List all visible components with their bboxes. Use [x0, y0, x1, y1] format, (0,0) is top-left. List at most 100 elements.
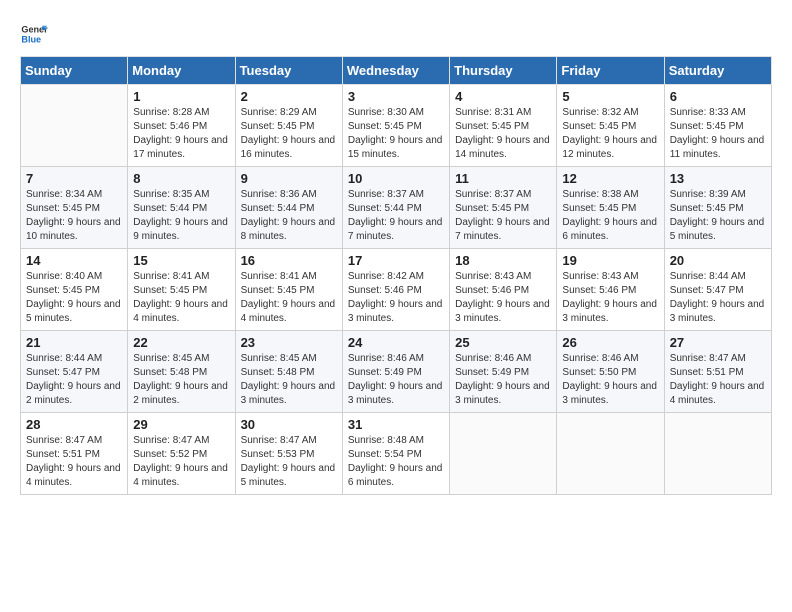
calendar-cell	[21, 85, 128, 167]
day-info: Sunrise: 8:42 AMSunset: 5:46 PMDaylight:…	[348, 270, 444, 326]
calendar-cell: 24 Sunrise: 8:46 AMSunset: 5:49 PMDayligh…	[342, 331, 449, 413]
calendar-cell: 31Sunrise: 8:48 AMSunset: 5:54 PMDayligh…	[342, 413, 449, 495]
day-info: Sunrise: 8:47 AMSunset: 5:52 PMDaylight:…	[133, 434, 229, 490]
calendar-cell: 11 Sunrise: 8:37 AMSunset: 5:45 PMDayligh…	[450, 167, 557, 249]
day-info: Sunrise: 8:41 AMSunset: 5:45 PMDaylight:…	[241, 270, 337, 326]
day-info: Sunrise: 8:44 AMSunset: 5:47 PMDaylight:…	[670, 270, 766, 326]
calendar-cell: 29 Sunrise: 8:47 AMSunset: 5:52 PMDayligh…	[128, 413, 235, 495]
day-number: 9	[241, 171, 337, 186]
header-day-thursday: Thursday	[450, 57, 557, 85]
calendar-cell: 1 Sunrise: 8:28 AMSunset: 5:46 PMDaylight…	[128, 85, 235, 167]
calendar-cell: 8Sunrise: 8:35 AMSunset: 5:44 PMDaylight…	[128, 167, 235, 249]
day-number: 26	[562, 335, 658, 350]
calendar-week-row: 7Sunrise: 8:34 AMSunset: 5:45 PMDaylight…	[21, 167, 772, 249]
day-info: Sunrise: 8:36 AMSunset: 5:44 PMDaylight:…	[241, 188, 337, 244]
calendar-cell: 4Sunrise: 8:31 AMSunset: 5:45 PMDaylight…	[450, 85, 557, 167]
day-info: Sunrise: 8:46 AMSunset: 5:50 PMDaylight:…	[562, 352, 658, 408]
header-day-sunday: Sunday	[21, 57, 128, 85]
calendar-header-row: SundayMondayTuesdayWednesdayThursdayFrid…	[21, 57, 772, 85]
day-info: Sunrise: 8:31 AMSunset: 5:45 PMDaylight:…	[455, 106, 551, 162]
header-day-saturday: Saturday	[664, 57, 771, 85]
day-info: Sunrise: 8:43 AMSunset: 5:46 PMDaylight:…	[562, 270, 658, 326]
day-number: 3	[348, 89, 444, 104]
day-number: 11	[455, 171, 551, 186]
calendar-cell: 26 Sunrise: 8:46 AMSunset: 5:50 PMDayligh…	[557, 331, 664, 413]
header-day-wednesday: Wednesday	[342, 57, 449, 85]
day-info: Sunrise: 8:38 AMSunset: 5:45 PMDaylight:…	[562, 188, 658, 244]
calendar-cell: 19 Sunrise: 8:43 AMSunset: 5:46 PMDayligh…	[557, 249, 664, 331]
calendar-cell: 27 Sunrise: 8:47 AMSunset: 5:51 PMDayligh…	[664, 331, 771, 413]
day-number: 15	[133, 253, 229, 268]
day-info: Sunrise: 8:37 AMSunset: 5:45 PMDaylight:…	[455, 188, 551, 244]
day-number: 29	[133, 417, 229, 432]
logo: General Blue	[20, 20, 48, 48]
calendar-cell: 22Sunrise: 8:45 AMSunset: 5:48 PMDayligh…	[128, 331, 235, 413]
day-number: 1	[133, 89, 229, 104]
day-info: Sunrise: 8:29 AMSunset: 5:45 PMDaylight:…	[241, 106, 337, 162]
calendar-cell: 17 Sunrise: 8:42 AMSunset: 5:46 PMDayligh…	[342, 249, 449, 331]
calendar-cell: 30 Sunrise: 8:47 AMSunset: 5:53 PMDayligh…	[235, 413, 342, 495]
calendar-cell: 14 Sunrise: 8:40 AMSunset: 5:45 PMDayligh…	[21, 249, 128, 331]
day-number: 14	[26, 253, 122, 268]
day-info: Sunrise: 8:33 AMSunset: 5:45 PMDaylight:…	[670, 106, 766, 162]
day-info: Sunrise: 8:28 AMSunset: 5:46 PMDaylight:…	[133, 106, 229, 162]
day-info: Sunrise: 8:43 AMSunset: 5:46 PMDaylight:…	[455, 270, 551, 326]
day-info: Sunrise: 8:44 AMSunset: 5:47 PMDaylight:…	[26, 352, 122, 408]
day-number: 2	[241, 89, 337, 104]
day-number: 24	[348, 335, 444, 350]
calendar-cell: 3 Sunrise: 8:30 AMSunset: 5:45 PMDaylight…	[342, 85, 449, 167]
calendar-cell: 5 Sunrise: 8:32 AMSunset: 5:45 PMDaylight…	[557, 85, 664, 167]
calendar-cell: 16 Sunrise: 8:41 AMSunset: 5:45 PMDayligh…	[235, 249, 342, 331]
day-number: 17	[348, 253, 444, 268]
day-number: 16	[241, 253, 337, 268]
day-info: Sunrise: 8:32 AMSunset: 5:45 PMDaylight:…	[562, 106, 658, 162]
day-number: 19	[562, 253, 658, 268]
day-number: 18	[455, 253, 551, 268]
day-info: Sunrise: 8:46 AMSunset: 5:49 PMDaylight:…	[348, 352, 444, 408]
calendar-week-row: 28Sunrise: 8:47 AMSunset: 5:51 PMDayligh…	[21, 413, 772, 495]
calendar-cell: 25Sunrise: 8:46 AMSunset: 5:49 PMDayligh…	[450, 331, 557, 413]
calendar-cell: 18 Sunrise: 8:43 AMSunset: 5:46 PMDayligh…	[450, 249, 557, 331]
day-info: Sunrise: 8:30 AMSunset: 5:45 PMDaylight:…	[348, 106, 444, 162]
day-number: 25	[455, 335, 551, 350]
day-info: Sunrise: 8:35 AMSunset: 5:44 PMDaylight:…	[133, 188, 229, 244]
day-number: 31	[348, 417, 444, 432]
calendar-cell	[557, 413, 664, 495]
calendar-cell: 6 Sunrise: 8:33 AMSunset: 5:45 PMDaylight…	[664, 85, 771, 167]
calendar-week-row: 14 Sunrise: 8:40 AMSunset: 5:45 PMDayligh…	[21, 249, 772, 331]
day-number: 22	[133, 335, 229, 350]
day-info: Sunrise: 8:41 AMSunset: 5:45 PMDaylight:…	[133, 270, 229, 326]
day-info: Sunrise: 8:47 AMSunset: 5:51 PMDaylight:…	[670, 352, 766, 408]
day-info: Sunrise: 8:47 AMSunset: 5:53 PMDaylight:…	[241, 434, 337, 490]
day-number: 10	[348, 171, 444, 186]
calendar-table: SundayMondayTuesdayWednesdayThursdayFrid…	[20, 56, 772, 495]
calendar-cell	[450, 413, 557, 495]
header-day-monday: Monday	[128, 57, 235, 85]
svg-text:Blue: Blue	[21, 34, 41, 44]
calendar-cell: 13 Sunrise: 8:39 AMSunset: 5:45 PMDayligh…	[664, 167, 771, 249]
day-number: 30	[241, 417, 337, 432]
day-number: 6	[670, 89, 766, 104]
calendar-cell: 21 Sunrise: 8:44 AMSunset: 5:47 PMDayligh…	[21, 331, 128, 413]
calendar-cell: 10 Sunrise: 8:37 AMSunset: 5:44 PMDayligh…	[342, 167, 449, 249]
header-day-tuesday: Tuesday	[235, 57, 342, 85]
day-number: 27	[670, 335, 766, 350]
day-number: 20	[670, 253, 766, 268]
calendar-cell	[664, 413, 771, 495]
day-info: Sunrise: 8:45 AMSunset: 5:48 PMDaylight:…	[241, 352, 337, 408]
calendar-cell: 23 Sunrise: 8:45 AMSunset: 5:48 PMDayligh…	[235, 331, 342, 413]
day-number: 12	[562, 171, 658, 186]
day-number: 23	[241, 335, 337, 350]
calendar-cell: 28Sunrise: 8:47 AMSunset: 5:51 PMDayligh…	[21, 413, 128, 495]
day-info: Sunrise: 8:40 AMSunset: 5:45 PMDaylight:…	[26, 270, 122, 326]
calendar-cell: 20 Sunrise: 8:44 AMSunset: 5:47 PMDayligh…	[664, 249, 771, 331]
day-info: Sunrise: 8:37 AMSunset: 5:44 PMDaylight:…	[348, 188, 444, 244]
calendar-cell: 12 Sunrise: 8:38 AMSunset: 5:45 PMDayligh…	[557, 167, 664, 249]
day-info: Sunrise: 8:34 AMSunset: 5:45 PMDaylight:…	[26, 188, 122, 244]
day-info: Sunrise: 8:39 AMSunset: 5:45 PMDaylight:…	[670, 188, 766, 244]
day-number: 13	[670, 171, 766, 186]
calendar-week-row: 21 Sunrise: 8:44 AMSunset: 5:47 PMDayligh…	[21, 331, 772, 413]
day-number: 21	[26, 335, 122, 350]
calendar-cell: 9 Sunrise: 8:36 AMSunset: 5:44 PMDaylight…	[235, 167, 342, 249]
day-number: 5	[562, 89, 658, 104]
